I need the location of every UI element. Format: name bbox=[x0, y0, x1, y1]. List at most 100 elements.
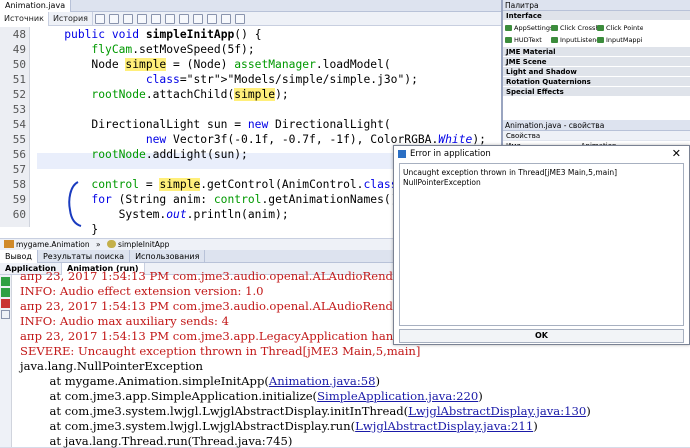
bookmark-icon[interactable] bbox=[178, 13, 189, 24]
stack-trace-link[interactable]: Animation.java:58 bbox=[269, 374, 376, 388]
code-line: class="str">"Models/simple/simple.j3o"); bbox=[145, 73, 418, 86]
palette-item[interactable]: Click Crosshairs bbox=[551, 22, 597, 34]
toggle-highlight-icon[interactable] bbox=[164, 13, 175, 24]
output-line: java.lang.NullPointerException bbox=[20, 359, 204, 373]
line-number-gutter: 48 49 50 51 52 53 54 55 56 57 58 59 60 bbox=[0, 27, 30, 227]
error-dialog: Error in application ✕ Uncaught exceptio… bbox=[393, 145, 690, 345]
dialog-title-bar: Error in application ✕ bbox=[394, 146, 689, 162]
palette-category-jme-material[interactable]: JME Material bbox=[503, 47, 690, 57]
code-line: Node simple = (Node) assetManager.loadMo… bbox=[37, 58, 391, 71]
palette-title: Палитра bbox=[503, 0, 690, 11]
uncomment-icon[interactable] bbox=[206, 13, 217, 24]
close-icon[interactable]: ✕ bbox=[672, 146, 681, 162]
palette-panel: Палитра Interface AppSettings Click Cros… bbox=[502, 0, 690, 120]
history-tab[interactable]: История bbox=[49, 11, 93, 26]
palette-item-icon bbox=[551, 37, 558, 43]
next-occurrence-icon[interactable] bbox=[150, 13, 161, 24]
code-line: rootNode.addLight(sun); bbox=[91, 148, 248, 161]
line-number: 59 bbox=[12, 193, 26, 206]
record-macro-icon[interactable] bbox=[220, 13, 231, 24]
breadcrumb-class[interactable]: mygame.Animation bbox=[16, 240, 90, 249]
dialog-message-line: NullPointerException bbox=[403, 178, 481, 187]
breadcrumb-method[interactable]: simpleInitApp bbox=[118, 240, 169, 249]
stack-trace-link[interactable]: LwjglAbstractDisplay.java:130 bbox=[408, 404, 586, 418]
palette-item[interactable]: Click Pointer bbox=[597, 22, 643, 34]
line-number: 49 bbox=[12, 43, 26, 56]
method-icon bbox=[107, 240, 117, 248]
palette-item[interactable]: InputMapping bbox=[597, 34, 643, 46]
properties-section[interactable]: Свойства bbox=[503, 131, 690, 141]
prev-occurrence-icon[interactable] bbox=[136, 13, 147, 24]
stack-trace-line: at com.jme3.app.SimpleApplication.initia… bbox=[20, 389, 483, 403]
ok-button[interactable]: OK bbox=[399, 329, 684, 343]
stop-macro-icon[interactable] bbox=[234, 13, 245, 24]
search-icon[interactable] bbox=[122, 13, 133, 24]
run-icon[interactable] bbox=[1, 288, 10, 297]
output-line: SEVERE: Uncaught exception thrown in Thr… bbox=[20, 344, 421, 358]
dialog-title: Error in application bbox=[410, 149, 491, 159]
rerun-icon[interactable] bbox=[1, 277, 10, 286]
code-line: public void simpleInitApp() { bbox=[64, 28, 262, 41]
red-annotation-bracket bbox=[68, 181, 82, 227]
tab-output[interactable]: Вывод bbox=[0, 250, 38, 263]
palette-item-icon bbox=[505, 25, 512, 31]
forward-icon[interactable] bbox=[108, 13, 119, 24]
clear-icon[interactable] bbox=[1, 310, 10, 319]
palette-item[interactable]: HUDText bbox=[505, 34, 551, 46]
palette-item[interactable]: AppSettings bbox=[505, 22, 551, 34]
line-number: 51 bbox=[12, 73, 26, 86]
line-number: 58 bbox=[12, 178, 26, 191]
output-line: апр 23, 2017 1:54:13 PM com.jme3.app.Leg… bbox=[20, 329, 420, 343]
properties-title: Animation.java - свойства bbox=[503, 120, 690, 131]
editor-toolbar: Источник История bbox=[0, 11, 501, 26]
line-number: 56 bbox=[12, 148, 26, 161]
palette-item-icon bbox=[505, 37, 512, 43]
stack-trace-line: at java.lang.Thread.run(Thread.java:745) bbox=[20, 434, 293, 448]
stop-icon[interactable] bbox=[1, 299, 10, 308]
line-number: 60 bbox=[12, 208, 26, 221]
class-icon bbox=[4, 240, 14, 248]
code-line: DirectionalLight sun = new DirectionalLi… bbox=[37, 118, 391, 131]
comment-icon[interactable] bbox=[192, 13, 203, 24]
palette-item[interactable]: InputListener bbox=[551, 34, 597, 46]
back-icon[interactable] bbox=[94, 13, 105, 24]
dialog-message: Uncaught exception thrown in Thread[jME3… bbox=[399, 163, 684, 326]
output-line: апр 23, 2017 1:54:13 PM com.jme3.audio.o… bbox=[20, 269, 418, 283]
code-line: for (String anim: control.getAnimationNa… bbox=[91, 193, 418, 206]
line-number: 52 bbox=[12, 88, 26, 101]
line-number: 53 bbox=[12, 103, 26, 116]
code-line: rootNode.attachChild(simple); bbox=[91, 88, 289, 101]
stack-trace-link[interactable]: SimpleApplication.java:220 bbox=[317, 389, 478, 403]
tab-search-results[interactable]: Результаты поиска bbox=[38, 250, 131, 263]
palette-item-icon bbox=[597, 25, 604, 31]
code-line: control = simple.getControl(AnimControl.… bbox=[91, 178, 411, 191]
stack-trace-line: at com.jme3.system.lwjgl.LwjglAbstractDi… bbox=[20, 404, 591, 418]
palette-items: AppSettings Click Crosshairs Click Point… bbox=[503, 21, 690, 47]
line-number: 57 bbox=[12, 163, 26, 176]
app-icon bbox=[398, 150, 406, 158]
line-number: 55 bbox=[12, 133, 26, 146]
output-line: INFO: Audio max auxiliary sends: 4 bbox=[20, 314, 229, 328]
stack-trace-link[interactable]: LwjglAbstractDisplay.java:211 bbox=[355, 419, 533, 433]
stack-trace-line: at com.jme3.system.lwjgl.LwjglAbstractDi… bbox=[20, 419, 538, 433]
palette-category-jme-scene[interactable]: JME Scene bbox=[503, 57, 690, 67]
palette-category-rotation-quaternions[interactable]: Rotation Quaternions bbox=[503, 77, 690, 87]
tab-animation-java[interactable]: Animation.java bbox=[0, 0, 72, 12]
line-number: 54 bbox=[12, 118, 26, 131]
palette-item-icon bbox=[551, 25, 558, 31]
line-number: 48 bbox=[12, 28, 26, 41]
editor-tab-bar: Animation.java bbox=[0, 0, 501, 12]
stack-trace-line: at mygame.Animation.simpleInitApp(Animat… bbox=[20, 374, 381, 388]
line-number: 50 bbox=[12, 58, 26, 71]
output-line: апр 23, 2017 1:54:13 PM com.jme3.audio.o… bbox=[20, 299, 418, 313]
source-tab[interactable]: Источник bbox=[0, 11, 49, 26]
tab-usages[interactable]: Использования bbox=[130, 250, 206, 263]
palette-category-light-and-shadow[interactable]: Light and Shadow bbox=[503, 67, 690, 77]
output-line: INFO: Audio effect extension version: 1.… bbox=[20, 284, 264, 298]
palette-category-interface[interactable]: Interface bbox=[503, 11, 690, 21]
output-toolbar bbox=[0, 275, 12, 447]
dialog-message-line: Uncaught exception thrown in Thread[jME3… bbox=[403, 168, 617, 177]
palette-item-icon bbox=[597, 37, 604, 43]
code-line: flyCam.setMoveSpeed(5f); bbox=[91, 43, 255, 56]
palette-category-special-effects[interactable]: Special Effects bbox=[503, 87, 690, 97]
